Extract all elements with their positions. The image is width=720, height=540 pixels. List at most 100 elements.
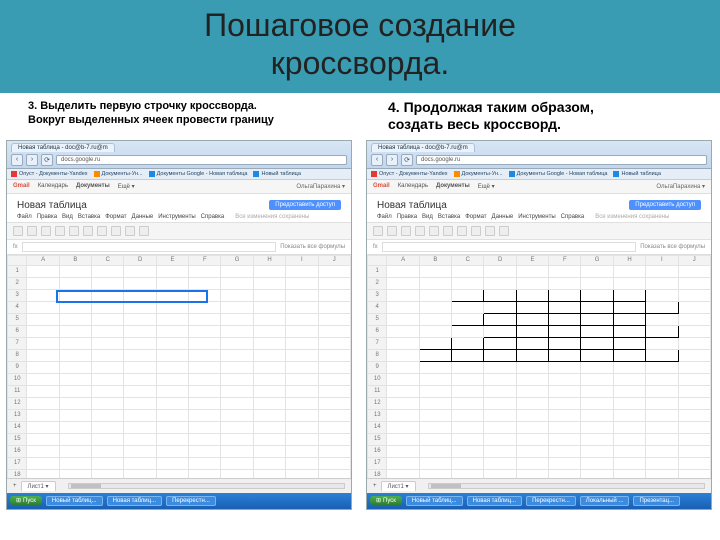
cell[interactable] bbox=[452, 409, 484, 421]
toolbar-button[interactable] bbox=[27, 226, 37, 236]
cell[interactable] bbox=[484, 397, 516, 409]
cell[interactable] bbox=[516, 409, 548, 421]
cell[interactable] bbox=[678, 277, 711, 289]
cell[interactable] bbox=[387, 409, 419, 421]
cell[interactable] bbox=[253, 349, 285, 361]
cell[interactable] bbox=[221, 385, 253, 397]
cell[interactable] bbox=[613, 337, 645, 349]
cell[interactable] bbox=[581, 421, 613, 433]
menu-view[interactable]: Вид bbox=[62, 214, 73, 220]
cell[interactable] bbox=[59, 397, 91, 409]
cell[interactable] bbox=[156, 313, 188, 325]
cell[interactable] bbox=[646, 349, 678, 361]
cell[interactable] bbox=[253, 289, 285, 301]
cell[interactable] bbox=[189, 313, 221, 325]
cell[interactable] bbox=[221, 445, 253, 457]
cell[interactable] bbox=[387, 277, 419, 289]
cell[interactable] bbox=[286, 337, 318, 349]
cell[interactable] bbox=[156, 373, 188, 385]
cell[interactable] bbox=[156, 337, 188, 349]
show-formulas-link[interactable]: Показать все формулы bbox=[640, 244, 705, 250]
start-button[interactable]: ⊞Пуск bbox=[370, 496, 402, 505]
gmail-link[interactable]: Gmail bbox=[373, 183, 390, 189]
bookmark-item[interactable]: Новый таблица bbox=[253, 171, 300, 177]
toolbar-button[interactable] bbox=[429, 226, 439, 236]
cell[interactable] bbox=[318, 457, 351, 469]
cell[interactable] bbox=[646, 265, 678, 277]
bookmark-item[interactable]: Документы Google - Новая таблица bbox=[149, 171, 248, 177]
horizontal-scrollbar[interactable] bbox=[428, 483, 705, 489]
cell[interactable] bbox=[221, 349, 253, 361]
cell[interactable] bbox=[189, 385, 221, 397]
cell[interactable] bbox=[419, 421, 451, 433]
cell[interactable] bbox=[253, 445, 285, 457]
cell[interactable] bbox=[484, 469, 516, 478]
toolbar-button[interactable] bbox=[485, 226, 495, 236]
cell[interactable] bbox=[581, 349, 613, 361]
cell[interactable] bbox=[452, 277, 484, 289]
cell[interactable] bbox=[419, 337, 451, 349]
cell[interactable] bbox=[286, 277, 318, 289]
cell[interactable] bbox=[387, 301, 419, 313]
cell[interactable] bbox=[516, 457, 548, 469]
cell[interactable] bbox=[59, 361, 91, 373]
menu-file[interactable]: Файл bbox=[377, 214, 392, 220]
cell[interactable] bbox=[92, 301, 124, 313]
taskbar-item[interactable]: Новый таблиц... bbox=[46, 496, 103, 506]
cell[interactable] bbox=[646, 469, 678, 478]
browser-tab[interactable]: Новая таблица - doc@b-7.ru@m bbox=[371, 143, 475, 152]
cell[interactable] bbox=[156, 433, 188, 445]
cell[interactable] bbox=[549, 457, 581, 469]
menu-insert[interactable]: Вставка bbox=[438, 214, 460, 220]
nav-back-button[interactable]: ‹ bbox=[11, 154, 23, 166]
cell[interactable] bbox=[678, 421, 711, 433]
cell[interactable] bbox=[549, 469, 581, 478]
cell[interactable] bbox=[419, 385, 451, 397]
cell[interactable] bbox=[516, 301, 548, 313]
taskbar-item[interactable]: Новый таблиц... bbox=[406, 496, 463, 506]
share-button[interactable]: Предоставить доступ bbox=[269, 200, 341, 210]
cell[interactable] bbox=[27, 325, 59, 337]
toolbar-button[interactable] bbox=[55, 226, 65, 236]
cell[interactable] bbox=[124, 289, 156, 301]
cell[interactable] bbox=[646, 361, 678, 373]
cell[interactable] bbox=[318, 313, 351, 325]
cell[interactable] bbox=[253, 277, 285, 289]
cell[interactable] bbox=[452, 433, 484, 445]
taskbar-item[interactable]: Локальный ... bbox=[580, 496, 630, 506]
cell[interactable] bbox=[221, 361, 253, 373]
cell[interactable] bbox=[318, 337, 351, 349]
cell[interactable] bbox=[221, 301, 253, 313]
calendar-link[interactable]: Календарь bbox=[38, 183, 68, 189]
cell[interactable] bbox=[221, 397, 253, 409]
cell[interactable] bbox=[92, 421, 124, 433]
cell[interactable] bbox=[124, 385, 156, 397]
cell[interactable] bbox=[221, 433, 253, 445]
cell[interactable] bbox=[124, 349, 156, 361]
cell[interactable] bbox=[549, 433, 581, 445]
gmail-link[interactable]: Gmail bbox=[13, 183, 30, 189]
cell[interactable] bbox=[516, 373, 548, 385]
cell[interactable] bbox=[646, 457, 678, 469]
cell[interactable] bbox=[27, 349, 59, 361]
cell[interactable] bbox=[286, 469, 318, 478]
cell[interactable] bbox=[318, 469, 351, 478]
cell[interactable] bbox=[387, 361, 419, 373]
cell[interactable] bbox=[419, 373, 451, 385]
cell[interactable] bbox=[286, 421, 318, 433]
toolbar-button[interactable] bbox=[471, 226, 481, 236]
cell[interactable] bbox=[452, 325, 484, 337]
cell[interactable] bbox=[678, 433, 711, 445]
cell[interactable] bbox=[27, 337, 59, 349]
menu-tools[interactable]: Инструменты bbox=[158, 214, 195, 220]
cell[interactable] bbox=[92, 397, 124, 409]
menu-view[interactable]: Вид bbox=[422, 214, 433, 220]
cell[interactable] bbox=[516, 313, 548, 325]
cell[interactable] bbox=[92, 337, 124, 349]
user-menu[interactable]: ОльгаПарахина ▾ bbox=[296, 183, 345, 190]
cell[interactable] bbox=[124, 469, 156, 478]
bookmark-item[interactable]: Документы-Ун... bbox=[94, 171, 143, 177]
cell[interactable] bbox=[124, 325, 156, 337]
cell[interactable] bbox=[484, 409, 516, 421]
cell[interactable] bbox=[92, 289, 124, 301]
